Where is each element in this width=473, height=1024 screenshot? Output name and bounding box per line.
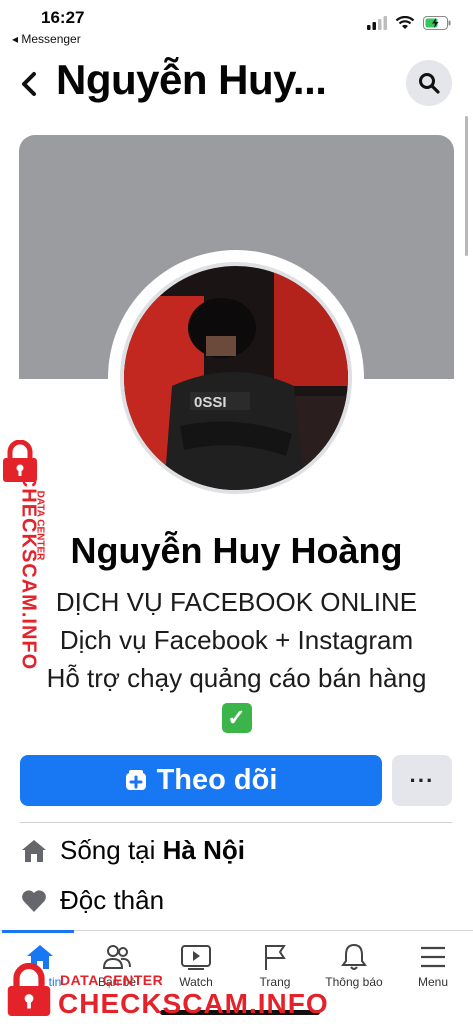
watermark-brand: CHECKSCAM.INFO xyxy=(17,472,40,671)
watermark-sub: DATA CENTER xyxy=(60,972,164,988)
watermark-lock-icon xyxy=(7,963,51,1016)
lives-prefix: Sống tại xyxy=(60,835,163,865)
search-button[interactable] xyxy=(406,60,452,106)
tab-notifications[interactable]: Thông báo xyxy=(314,943,394,989)
menu-icon xyxy=(421,946,445,968)
wifi-icon xyxy=(395,16,415,29)
svg-text:0SSI: 0SSI xyxy=(194,394,227,411)
watch-icon xyxy=(181,945,211,970)
divider xyxy=(20,822,452,823)
profile-name: Nguyễn Huy Hoàng xyxy=(70,530,403,571)
relationship-status: Độc thân xyxy=(60,885,165,915)
avatar[interactable]: 0SSI xyxy=(108,250,364,506)
scrollbar[interactable] xyxy=(465,116,468,256)
follow-label: Theo dõi xyxy=(156,764,278,796)
bell-icon xyxy=(341,943,367,970)
info-lives-in: Sống tại Hà Nội xyxy=(20,835,245,866)
bio-line: Hỗ trợ chạy quảng cáo bán hàng xyxy=(46,663,427,693)
check-emoji: ✓ xyxy=(221,703,252,733)
tab-label: Trang xyxy=(259,975,291,989)
info-relationship: Độc thân xyxy=(20,885,164,916)
tab-pages[interactable]: Trang xyxy=(235,943,315,989)
flag-icon xyxy=(265,945,286,970)
home-icon xyxy=(22,839,46,862)
tab-label: Thông báo xyxy=(325,975,383,989)
bio-line: DỊCH VỤ FACEBOOK ONLINE xyxy=(55,587,418,617)
more-options-button[interactable]: ··· xyxy=(392,755,452,806)
active-tab-indicator xyxy=(2,930,74,933)
chevron-left-icon[interactable] xyxy=(16,66,44,102)
status-time: 16:27 xyxy=(41,8,85,27)
battery-icon xyxy=(423,16,451,30)
heart-icon xyxy=(22,889,46,912)
profile-photo: 0SSI xyxy=(124,266,348,490)
search-icon xyxy=(419,73,440,94)
status-icons xyxy=(367,16,451,30)
signal-icon xyxy=(367,16,387,30)
friends-icon xyxy=(102,945,131,969)
lives-city[interactable]: Hà Nội xyxy=(163,835,245,865)
tab-menu[interactable]: Menu xyxy=(393,943,473,989)
bio-line: Dịch vụ Facebook + Instagram xyxy=(59,625,414,655)
follow-icon xyxy=(125,769,146,790)
tab-label: Menu xyxy=(417,975,449,989)
profile-bio: DỊCH VỤ FACEBOOK ONLINE Dịch vụ Facebook… xyxy=(0,583,473,735)
follow-button[interactable]: Theo dõi xyxy=(20,755,382,806)
watermark-brand: CHECKSCAM.INFO xyxy=(58,988,329,1019)
page-title: Nguyễn Huy... xyxy=(56,56,327,103)
tab-label: Watch xyxy=(179,975,213,989)
back-to-messenger-link[interactable]: ◂ Messenger xyxy=(12,32,81,46)
tab-watch[interactable]: Watch xyxy=(156,943,236,989)
